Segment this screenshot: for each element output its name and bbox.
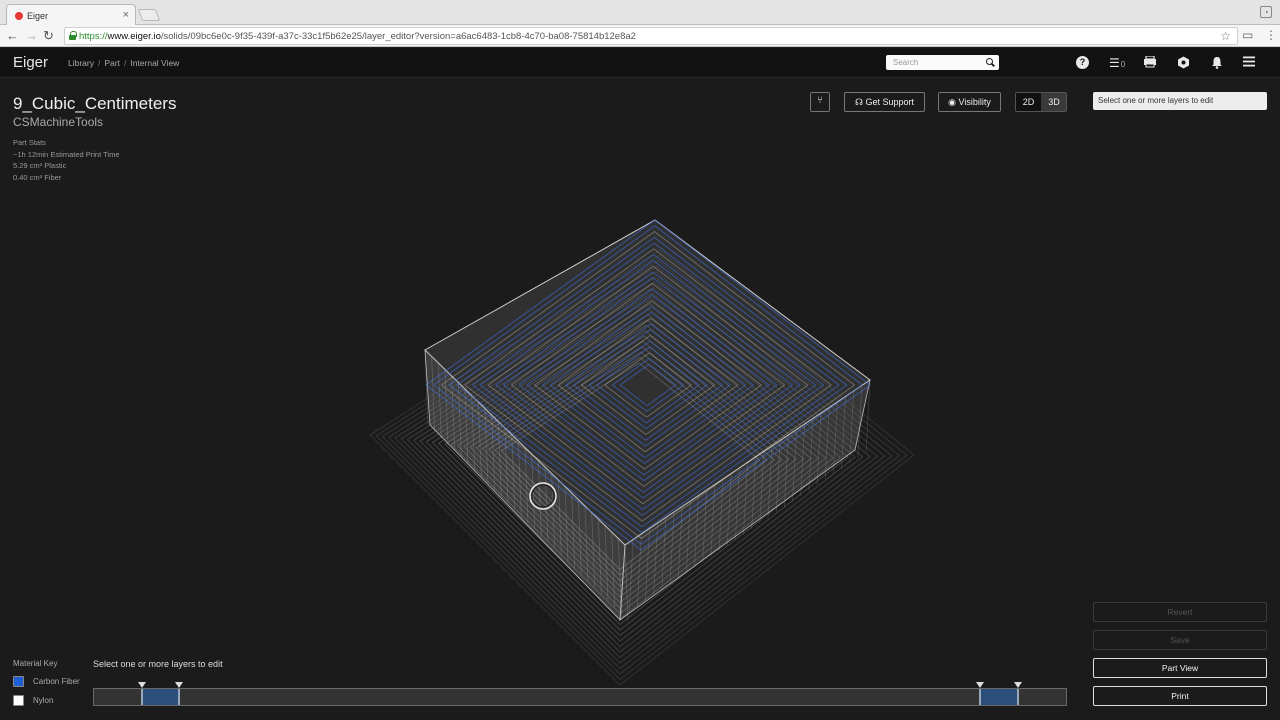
breadcrumb: Library / Part / Internal View [68,58,180,68]
stats-title: Part Stats [13,138,46,147]
version-history-button[interactable]: ⑂ [810,92,830,112]
layer-details-panel: Select one or more layers to edit [1093,92,1267,110]
eiger-favicon-icon [15,12,23,20]
3d-part-viewer[interactable] [330,200,950,690]
breadcrumb-library[interactable]: Library [68,58,94,68]
breadcrumb-internal-view: Internal View [130,58,180,68]
layer-range-handle[interactable] [1017,689,1019,705]
bell-icon[interactable] [1211,56,1223,70]
reload-icon[interactable]: ↻ [43,28,54,44]
browser-toolbar: ← → ↻ https://www.eiger.io/solids/09bc6e… [0,25,1280,47]
fork-icon: ⑂ [817,95,823,106]
tab-title: Eiger [27,11,49,21]
print-queue-button[interactable]: ☰0 [1109,56,1131,70]
selected-layer-range[interactable] [980,689,1018,705]
mode-2d-button[interactable]: 2D [1016,93,1041,111]
visibility-label: Visibility [958,97,991,107]
queue-count: 0 [1120,60,1126,69]
back-arrow-icon[interactable]: ← [6,28,19,43]
tab-close-icon[interactable]: × [123,9,129,21]
headset-icon: ☊ [854,97,863,107]
print-button[interactable]: Print [1093,686,1267,706]
revert-button[interactable]: Revert [1093,602,1267,622]
layer-marker-icon [138,682,146,688]
search-input[interactable]: Search [886,55,999,70]
material-key-title: Material Key [13,659,58,668]
browser-menu-icon[interactable]: ⋮ [1265,28,1277,42]
search-placeholder: Search [893,58,919,67]
address-bar[interactable]: https://www.eiger.io/solids/09bc6e0c-9f3… [64,27,1238,45]
part-view-button[interactable]: Part View [1093,658,1267,678]
queue-list-icon: ☰ [1109,56,1120,70]
save-button[interactable]: Save [1093,630,1267,650]
search-icon[interactable] [986,58,994,66]
3d-model-render[interactable] [330,200,950,690]
carbon-fiber-label: Carbon Fiber [33,677,80,686]
layer-range-handle[interactable] [178,689,180,705]
forward-arrow-icon[interactable]: → [25,28,38,43]
url-path: /solids/09bc6e0c-9f35-439f-a37c-33c1f5b6… [160,31,636,42]
new-tab-button[interactable] [137,9,161,21]
layer-selection-hint: Select one or more layers to edit [93,659,223,669]
layer-slider[interactable] [93,682,1067,706]
part-stats: Part Stats ~1h 12min Estimated Print Tim… [13,137,120,183]
get-support-label: Get Support [865,97,915,107]
stat-plastic-volume: 5.29 cm³ Plastic [13,161,67,170]
eiger-logo[interactable]: Eiger [13,54,48,71]
stat-fiber-volume: 0.40 cm³ Fiber [13,172,62,182]
layer-marker-icon [976,682,984,688]
part-title: 9_Cubic_Centimeters [13,94,177,113]
view-mode-toggle: 2D 3D [1015,92,1067,112]
bookmark-star-icon[interactable]: ☆ [1220,29,1231,43]
visibility-button[interactable]: ◉ Visibility [938,92,1001,112]
nylon-label: Nylon [33,696,54,705]
stat-print-time: ~1h 12min Estimated Print Time [13,149,120,159]
get-support-button[interactable]: ☊ Get Support [844,92,925,112]
materials-icon[interactable] [1176,56,1190,70]
browser-tab[interactable]: Eiger × [6,4,136,26]
layer-range-handle[interactable] [141,689,143,705]
app-root: Eiger × ◔ ← → ↻ https://www.eiger.io/sol… [0,0,1280,720]
layer-marker-icon [175,682,183,688]
part-owner[interactable]: CSMachineTools [13,115,103,129]
url-host: www.eiger.io [107,31,161,42]
layer-range-handle[interactable] [979,689,981,705]
selected-layer-range[interactable] [142,689,179,705]
nylon-swatch [13,695,24,706]
browser-tabstrip: Eiger × ◔ [0,0,1280,26]
mode-3d-button[interactable]: 3D [1041,93,1066,111]
breadcrumb-part[interactable]: Part [104,58,120,68]
eye-icon: ◉ [948,97,956,107]
carbon-fiber-swatch [13,676,24,687]
printer-icon[interactable] [1143,55,1157,70]
layer-marker-icon [1014,682,1022,688]
browser-profile-icon[interactable]: ◔ [1260,6,1272,18]
help-icon[interactable]: ? [1076,56,1089,69]
url-scheme: https:// [79,31,108,42]
cast-icon[interactable]: ▭ [1242,28,1253,42]
lock-icon [69,31,77,40]
hamburger-menu-icon[interactable] [1243,56,1255,70]
app-header: Eiger Library / Part / Internal View Search … [0,48,1280,78]
